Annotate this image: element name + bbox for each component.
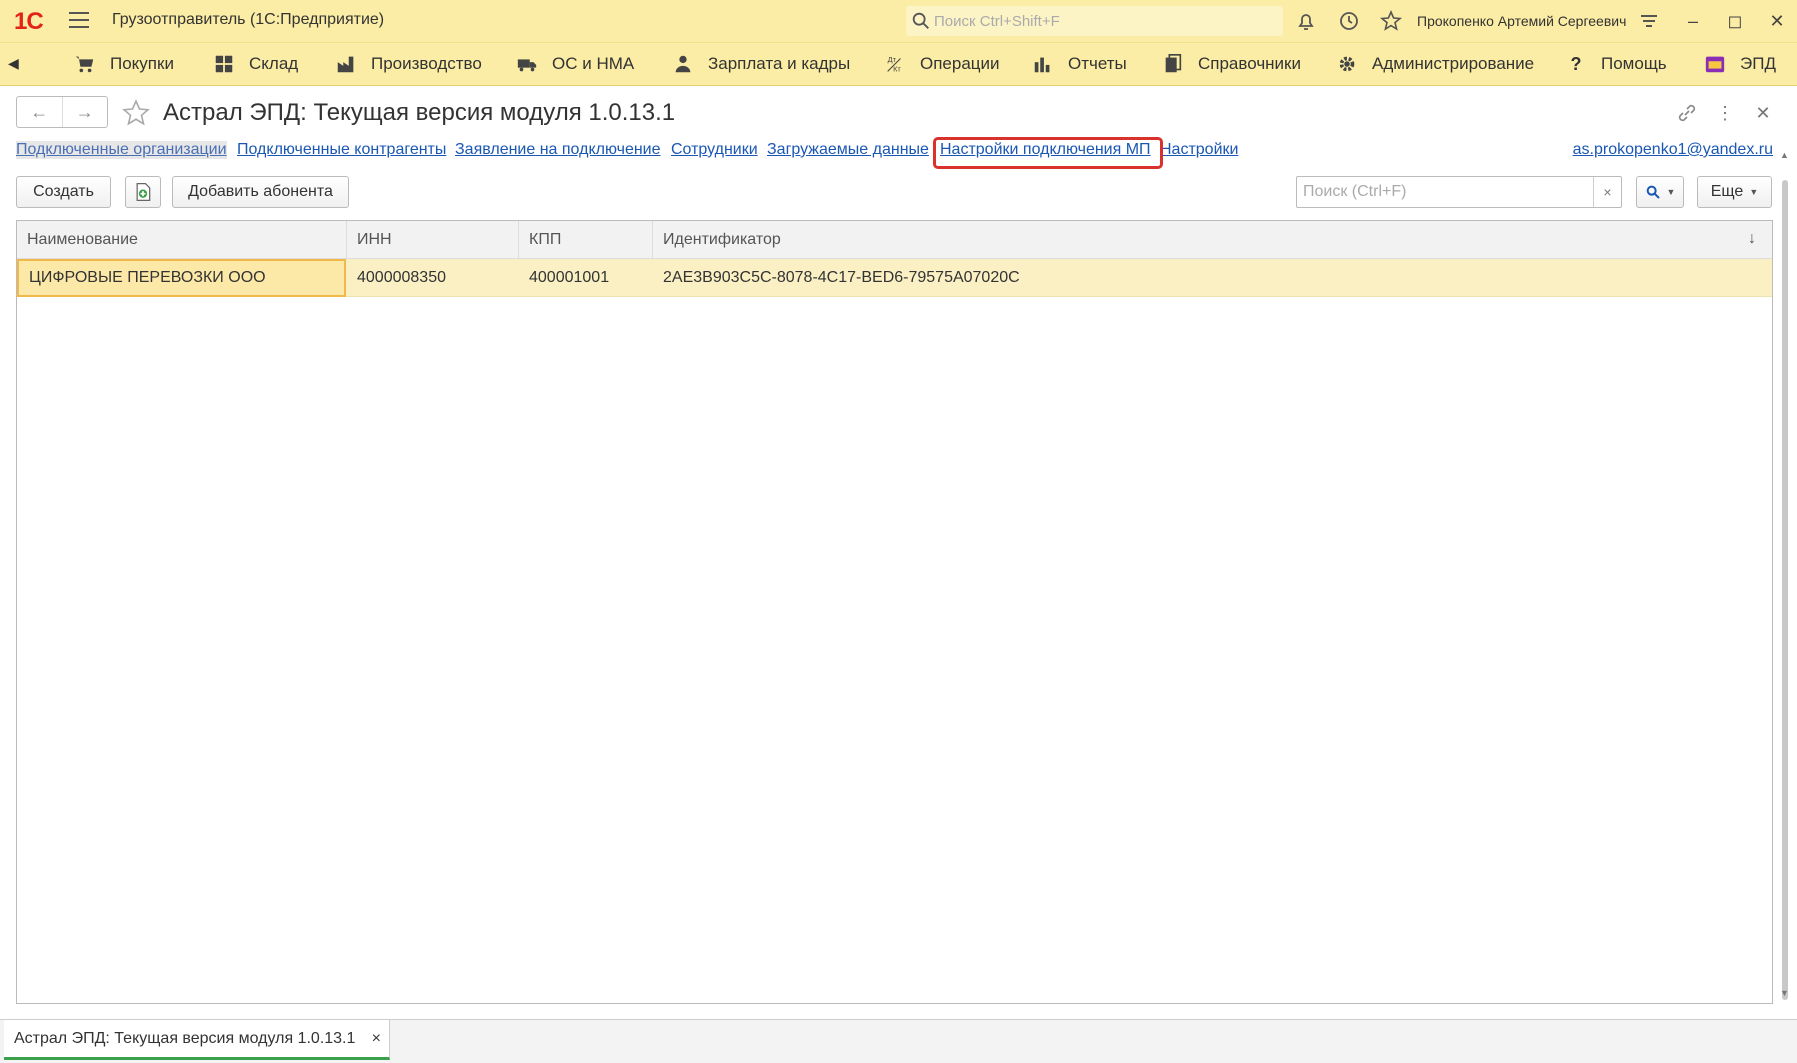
scroll-down-icon[interactable]: ▼ [1780, 988, 1789, 998]
search-icon [1646, 185, 1660, 199]
section-purchases[interactable]: Покупки [74, 43, 174, 85]
menu-icon[interactable] [69, 12, 89, 30]
section-warehouse[interactable]: Склад [213, 43, 298, 85]
sort-arrow-icon[interactable]: ↓ [1748, 230, 1756, 248]
operations-icon: ДтКт [887, 55, 901, 73]
truck-icon [517, 59, 537, 72]
favorites-icon[interactable] [1379, 9, 1403, 33]
navlink-connected-organizations[interactable]: Подключенные организации [16, 141, 227, 159]
section-operations[interactable]: Дт Кт Операции [884, 43, 1000, 85]
app-title: Грузоотправитель (1С:Предприятие) [112, 11, 385, 28]
gear-icon [1339, 56, 1355, 72]
list-search-placeholder: Поиск (Ctrl+F) [1303, 183, 1407, 200]
list-search-input[interactable]: Поиск (Ctrl+F) × [1296, 176, 1622, 208]
sections-panel: ◀ Покупки Склад Производство ОС и НМА За… [0, 42, 1797, 86]
help-icon: ? [1570, 53, 1582, 74]
section-production[interactable]: Производство [335, 43, 482, 85]
maximize-button[interactable]: ◻ [1722, 8, 1748, 34]
vertical-scrollbar[interactable]: ▲ ▼ [1778, 150, 1792, 1004]
clear-search-button[interactable]: × [1593, 177, 1621, 207]
scroll-left-icon[interactable]: ◀ [8, 55, 19, 72]
section-help[interactable]: ? Помощь [1565, 43, 1667, 85]
factory-icon [337, 56, 354, 73]
settings-lines-icon[interactable] [1637, 9, 1661, 33]
star-icon[interactable] [121, 98, 151, 128]
navlink-connected-counterparties[interactable]: Подключенные контрагенты [237, 141, 446, 159]
chevron-down-icon: ▼ [1666, 187, 1676, 197]
search-options-button[interactable]: ▼ [1636, 176, 1684, 208]
history-icon[interactable] [1337, 9, 1361, 33]
cart-icon [75, 56, 94, 73]
more-vertical-icon[interactable]: ⋮ [1713, 101, 1737, 125]
section-salary-hr[interactable]: Зарплата и кадры [672, 43, 850, 85]
add-from-file-button[interactable] [125, 176, 161, 208]
user-name[interactable]: Прокопенко Артемий Сергеевич [1417, 13, 1626, 29]
global-search-placeholder: Поиск Ctrl+Shift+F [934, 12, 1060, 30]
section-epd[interactable]: ЭПД [1704, 43, 1776, 85]
close-form-icon[interactable]: ✕ [1751, 101, 1775, 125]
minimize-button[interactable]: – [1680, 8, 1706, 34]
section-administration[interactable]: Администрирование [1336, 43, 1534, 85]
folder-icon [1705, 56, 1725, 73]
chevron-down-icon: ▼ [1749, 187, 1759, 197]
cell-identifier[interactable]: 2AE3B903C5C-8078-4C17-BED6-79575A07020C [653, 259, 1772, 297]
scroll-up-icon[interactable]: ▲ [1780, 150, 1789, 160]
svg-text:Кт: Кт [893, 64, 901, 73]
forward-button[interactable]: → [63, 97, 108, 127]
document-add-icon [136, 183, 151, 201]
navlink-employees[interactable]: Сотрудники [671, 141, 758, 159]
highlight-frame [933, 137, 1163, 169]
column-header-identifier[interactable]: Идентификатор [653, 221, 1772, 259]
books-icon [1165, 54, 1182, 73]
1c-logo: 1С [14, 8, 44, 35]
person-icon [675, 55, 691, 73]
add-subscriber-button[interactable]: Добавить абонента [172, 176, 349, 208]
chart-icon [1034, 57, 1050, 73]
column-header-name[interactable]: Наименование [17, 221, 347, 259]
section-reports[interactable]: Отчеты [1032, 43, 1127, 85]
more-button[interactable]: Еще ▼ [1697, 176, 1772, 208]
navlink-loaded-data[interactable]: Загружаемые данные [767, 141, 929, 159]
navlink-settings[interactable]: Настройки [1160, 141, 1238, 159]
warehouse-icon [215, 55, 233, 73]
open-windows-bar: Астрал ЭПД: Текущая версия модуля 1.0.13… [0, 1019, 1797, 1063]
global-search-input[interactable]: Поиск Ctrl+Shift+F [906, 6, 1283, 36]
link-icon[interactable] [1675, 101, 1699, 125]
bell-icon[interactable] [1294, 9, 1318, 33]
table-header: Наименование ИНН КПП Идентификатор ↓ [17, 221, 1772, 259]
cell-name[interactable]: ЦИФРОВЫЕ ПЕРЕВОЗКИ ООО [17, 259, 346, 297]
back-button[interactable]: ← [17, 97, 63, 127]
organizations-table[interactable]: Наименование ИНН КПП Идентификатор ↓ ЦИФ… [16, 220, 1773, 1004]
cell-inn[interactable]: 4000008350 [347, 259, 519, 297]
scroll-thumb[interactable] [1782, 180, 1788, 1000]
close-tab-icon[interactable]: × [372, 1030, 381, 1048]
table-row[interactable]: ЦИФРОВЫЕ ПЕРЕВОЗКИ ООО 4000008350 400001… [17, 259, 1772, 297]
column-header-inn[interactable]: ИНН [347, 221, 519, 259]
svg-text:Дт: Дт [888, 55, 897, 64]
column-header-kpp[interactable]: КПП [519, 221, 653, 259]
section-directories[interactable]: Справочники [1162, 43, 1301, 85]
history-nav: ← → [16, 96, 108, 128]
section-fixed-assets[interactable]: ОС и НМА [516, 43, 634, 85]
title-bar: 1С Грузоотправитель (1С:Предприятие) Пои… [0, 0, 1797, 42]
cell-kpp[interactable]: 400001001 [519, 259, 653, 297]
search-icon [912, 12, 929, 29]
open-window-tab[interactable]: Астрал ЭПД: Текущая версия модуля 1.0.13… [4, 1020, 390, 1060]
navlink-connection-application[interactable]: Заявление на подключение [455, 141, 661, 159]
form-title: Астрал ЭПД: Текущая версия модуля 1.0.13… [163, 99, 676, 126]
close-window-button[interactable]: ✕ [1764, 8, 1790, 34]
user-email-link[interactable]: as.prokopenko1@yandex.ru [1573, 141, 1773, 159]
create-button[interactable]: Создать [16, 176, 111, 208]
